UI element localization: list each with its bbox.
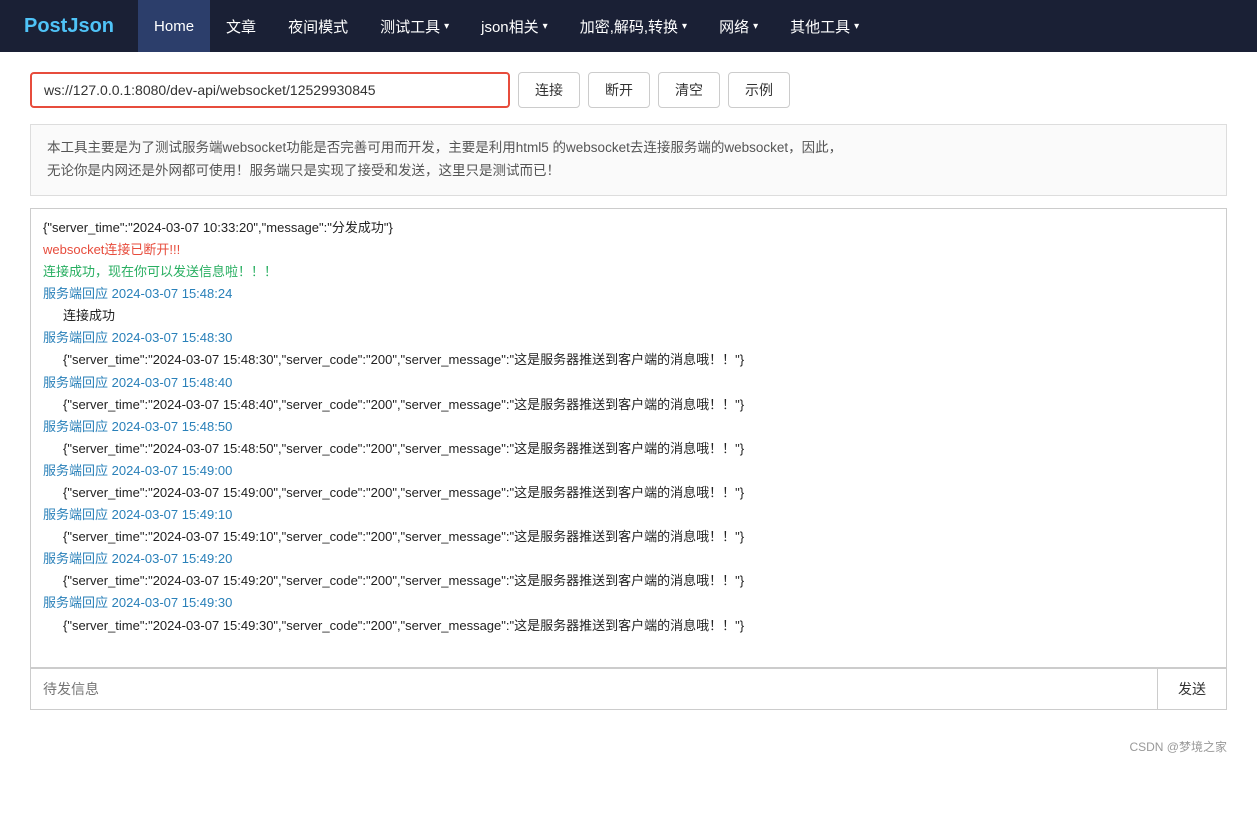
log-line: websocket连接已断开!!! [43, 239, 1214, 261]
chevron-down-icon: ▾ [854, 21, 859, 32]
chevron-down-icon: ▾ [753, 21, 758, 32]
send-bar: 发送 [30, 668, 1227, 710]
log-line: 服务端回应 2024-03-07 15:49:10 [43, 504, 1214, 526]
log-line: 服务端回应 2024-03-07 15:49:20 [43, 548, 1214, 570]
info-box: 本工具主要是为了测试服务端websocket功能是否完善可用而开发，主要是利用h… [30, 124, 1227, 196]
url-bar: 连接 断开 清空 示例 [30, 72, 1227, 108]
log-line: 服务端回应 2024-03-07 15:48:40 [43, 372, 1214, 394]
navbar: PostJson Home 文章 夜间模式 测试工具 ▾ json相关 ▾ 加密… [0, 0, 1257, 52]
nav-other-tools[interactable]: 其他工具 ▾ [774, 0, 875, 52]
nav-encode[interactable]: 加密,解码,转换 ▾ [564, 0, 703, 52]
nav-network[interactable]: 网络 ▾ [703, 0, 774, 52]
log-line: 服务端回应 2024-03-07 15:48:24 [43, 283, 1214, 305]
log-area[interactable]: {"server_time":"2024-03-07 10:33:20","me… [30, 208, 1227, 668]
nav-home[interactable]: Home [138, 0, 210, 52]
log-line: {"server_time":"2024-03-07 15:49:20","se… [43, 570, 1214, 592]
log-line: 连接成功，现在你可以发送信息啦！！！ [43, 261, 1214, 283]
log-line: {"server_time":"2024-03-07 15:48:30","se… [43, 349, 1214, 371]
send-input[interactable] [31, 669, 1157, 709]
brand: PostJson [0, 0, 138, 52]
info-line-2: 无论你是内网还是外网都可使用！服务端只是实现了接受和发送，这里只是测试而已！ [47, 160, 1210, 183]
example-button[interactable]: 示例 [728, 72, 790, 108]
log-line: {"server_time":"2024-03-07 15:49:00","se… [43, 482, 1214, 504]
log-line: {"server_time":"2024-03-07 15:49:30","se… [43, 615, 1214, 637]
websocket-url-input[interactable] [30, 72, 510, 108]
log-line: 服务端回应 2024-03-07 15:48:50 [43, 416, 1214, 438]
log-line: 服务端回应 2024-03-07 15:49:00 [43, 460, 1214, 482]
nav-darkmode[interactable]: 夜间模式 [272, 0, 364, 52]
info-line-1: 本工具主要是为了测试服务端websocket功能是否完善可用而开发，主要是利用h… [47, 137, 1210, 160]
log-line: 服务端回应 2024-03-07 15:49:30 [43, 592, 1214, 614]
nav-json[interactable]: json相关 ▾ [465, 0, 564, 52]
nav-articles[interactable]: 文章 [210, 0, 272, 52]
footer-text: CSDN @梦境之家 [1129, 740, 1227, 754]
disconnect-button[interactable]: 断开 [588, 72, 650, 108]
clear-button[interactable]: 清空 [658, 72, 720, 108]
footer: CSDN @梦境之家 [0, 730, 1257, 763]
send-button[interactable]: 发送 [1157, 669, 1226, 709]
nav-test-tools[interactable]: 测试工具 ▾ [364, 0, 465, 52]
chevron-down-icon: ▾ [543, 21, 548, 32]
main-content: 连接 断开 清空 示例 本工具主要是为了测试服务端websocket功能是否完善… [0, 52, 1257, 730]
chevron-down-icon: ▾ [682, 21, 687, 32]
log-line: 连接成功 [43, 305, 1214, 327]
log-line: {"server_time":"2024-03-07 10:33:20","me… [43, 217, 1214, 239]
chevron-down-icon: ▾ [444, 21, 449, 32]
log-line: {"server_time":"2024-03-07 15:48:50","se… [43, 438, 1214, 460]
log-line: {"server_time":"2024-03-07 15:49:10","se… [43, 526, 1214, 548]
log-line: 服务端回应 2024-03-07 15:48:30 [43, 327, 1214, 349]
log-line: {"server_time":"2024-03-07 15:48:40","se… [43, 394, 1214, 416]
connect-button[interactable]: 连接 [518, 72, 580, 108]
